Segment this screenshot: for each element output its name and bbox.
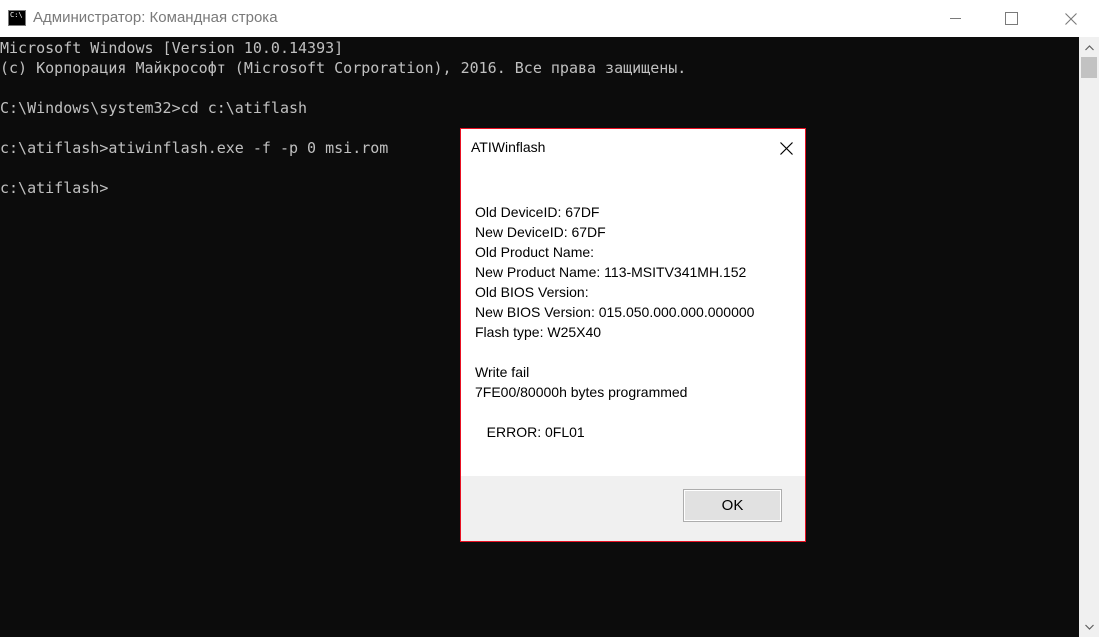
console-line: c:\atiflash>atiwinflash.exe -f -p 0 msi.… xyxy=(0,139,389,157)
chevron-down-icon xyxy=(1084,624,1094,630)
dialog-button-bar: OK xyxy=(461,476,805,541)
window-title: Администратор: Командная строка xyxy=(33,9,278,26)
dialog-text-line: New DeviceID: 67DF xyxy=(475,224,606,240)
close-icon xyxy=(779,141,793,155)
dialog-text-line: New Product Name: 113-MSITV341MH.152 xyxy=(475,264,747,280)
chevron-up-icon xyxy=(1084,44,1094,50)
dialog-text-line: Flash type: W25X40 xyxy=(475,324,602,340)
dialog-text-line: Old DeviceID: 67DF xyxy=(475,204,600,220)
maximize-button[interactable] xyxy=(982,0,1040,37)
title-bar[interactable]: C:\ Администратор: Командная строка xyxy=(0,0,1099,37)
console-line: Microsoft Windows [Version 10.0.14393] xyxy=(0,39,344,57)
scrollbar-thumb[interactable] xyxy=(1081,57,1097,78)
console-line: C:\Windows\system32>cd c:\atiflash xyxy=(0,99,308,117)
close-window-button[interactable] xyxy=(1042,0,1099,37)
dialog-error-line: ERROR: 0FL01 xyxy=(475,424,585,440)
ok-button[interactable]: OK xyxy=(683,489,782,522)
dialog-text-line: Old Product Name: xyxy=(475,244,595,260)
scroll-up-button[interactable] xyxy=(1079,39,1099,56)
cmd-icon[interactable]: C:\ xyxy=(8,10,26,26)
dialog-text-line: Old BIOS Version: xyxy=(475,284,589,300)
dialog-text-line: New BIOS Version: 015.050.000.000.000000 xyxy=(475,304,755,320)
console-prompt-line: c:\atiflash> xyxy=(0,179,109,197)
scroll-down-button[interactable] xyxy=(1079,618,1099,635)
dialog-close-button[interactable] xyxy=(767,130,805,166)
atiwinflash-dialog: ATIWinflash Old DeviceID: 67DF New Devic… xyxy=(460,128,806,542)
maximize-icon xyxy=(1004,12,1018,25)
dialog-text-line: 7FE00/80000h bytes programmed xyxy=(475,384,688,400)
console-line: (c) Корпорация Майкрософт (Microsoft Cor… xyxy=(0,59,687,77)
minimize-button[interactable] xyxy=(926,0,984,37)
dialog-title: ATIWinflash xyxy=(471,139,546,155)
close-icon xyxy=(1065,12,1077,25)
vertical-scrollbar[interactable] xyxy=(1079,37,1099,637)
minimize-icon xyxy=(949,18,961,19)
dialog-text-line: Write fail xyxy=(475,364,530,380)
